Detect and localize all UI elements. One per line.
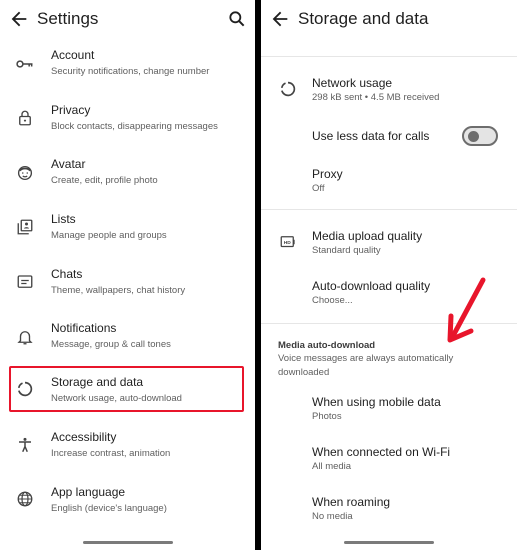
- mobile-data-subtitle: Photos: [312, 411, 342, 422]
- settings-item-label: Lists: [51, 212, 76, 226]
- less-data-label: Use less data for calls: [312, 129, 430, 143]
- divider: [261, 209, 517, 210]
- red-arrow-annotation: [447, 277, 486, 343]
- data-usage-icon: [277, 78, 299, 100]
- settings-item-label: Chats: [51, 267, 83, 281]
- settings-item-chats[interactable]: Chats Theme, wallpapers, chat history: [0, 263, 255, 315]
- settings-item-privacy[interactable]: Privacy Block contacts, disappearing mes…: [0, 99, 255, 151]
- svg-text:HD: HD: [284, 240, 292, 246]
- key-icon: [14, 53, 36, 75]
- highlight-box: [9, 366, 244, 412]
- settings-item-avatar[interactable]: Avatar Create, edit, profile photo: [0, 153, 255, 205]
- auto-download-quality-label: Auto-download quality: [312, 279, 431, 293]
- chat-icon: [14, 271, 36, 293]
- settings-item-subtitle: Manage people and groups: [51, 230, 167, 241]
- storage-and-data-screen: Storage and data Network usage 298 kB se…: [261, 0, 517, 550]
- settings-item-subtitle: Security notifications, change number: [51, 66, 210, 77]
- less-data-toggle[interactable]: [462, 126, 498, 146]
- settings-item-label: App language: [51, 485, 126, 499]
- media-auto-download-header: Media auto-download: [278, 340, 376, 351]
- settings-item-label: Notifications: [51, 321, 117, 335]
- media-upload-label: Media upload quality: [312, 229, 423, 243]
- network-usage-label: Network usage: [312, 76, 393, 90]
- roaming-item[interactable]: When roaming No media: [261, 492, 517, 530]
- roaming-label: When roaming: [312, 495, 391, 509]
- accessibility-icon: [14, 434, 36, 456]
- settings-item-app-language[interactable]: App language English (device's language): [0, 481, 255, 533]
- page-title: Settings: [37, 9, 99, 28]
- settings-app-bar: Settings: [0, 0, 255, 40]
- settings-item-lists[interactable]: Lists Manage people and groups: [0, 208, 255, 260]
- network-usage-item[interactable]: Network usage 298 kB sent • 4.5 MB recei…: [261, 72, 517, 110]
- auto-download-quality-subtitle: Choose...: [312, 295, 353, 306]
- mobile-data-label: When using mobile data: [312, 395, 441, 409]
- wifi-subtitle: All media: [312, 461, 352, 472]
- globe-icon: [14, 488, 36, 510]
- settings-item-label: Account: [51, 48, 95, 62]
- page-title: Storage and data: [298, 9, 429, 28]
- settings-item-label: Privacy: [51, 103, 91, 117]
- settings-item-subtitle: Block contacts, disappearing messages: [51, 121, 218, 132]
- settings-item-subtitle: Increase contrast, animation: [51, 448, 171, 459]
- settings-item-label: Avatar: [51, 157, 86, 171]
- proxy-subtitle: Off: [312, 183, 325, 194]
- network-usage-subtitle: 298 kB sent • 4.5 MB received: [312, 92, 440, 103]
- proxy-item[interactable]: Proxy Off: [261, 164, 517, 202]
- settings-item-notifications[interactable]: Notifications Message, group & call tone…: [0, 317, 255, 369]
- settings-item-subtitle: Theme, wallpapers, chat history: [51, 285, 186, 296]
- search-icon[interactable]: [227, 9, 247, 29]
- settings-item-label: Accessibility: [51, 430, 117, 444]
- settings-item-account[interactable]: Account Security notifications, change n…: [0, 44, 255, 96]
- settings-screen: Settings Account Security notifications,…: [0, 0, 255, 550]
- roaming-subtitle: No media: [312, 511, 353, 522]
- hd-icon: HD: [277, 231, 299, 253]
- mobile-data-item[interactable]: When using mobile data Photos: [261, 392, 517, 430]
- wifi-label: When connected on Wi-Fi: [312, 445, 451, 459]
- settings-item-subtitle: Create, edit, profile photo: [51, 175, 158, 186]
- gesture-nav-bar[interactable]: [344, 541, 434, 544]
- avatar-icon: [14, 162, 36, 184]
- lists-icon: [14, 216, 36, 238]
- divider: [261, 56, 517, 57]
- lock-icon: [14, 107, 36, 129]
- settings-item-subtitle: Message, group & call tones: [51, 339, 171, 350]
- bell-icon: [14, 326, 36, 348]
- back-arrow-icon[interactable]: [8, 8, 30, 30]
- settings-item-accessibility[interactable]: Accessibility Increase contrast, animati…: [0, 426, 255, 478]
- gesture-nav-bar[interactable]: [83, 541, 173, 544]
- proxy-label: Proxy: [312, 167, 343, 181]
- storage-app-bar: Storage and data: [261, 0, 517, 40]
- media-upload-quality-item[interactable]: HD Media upload quality Standard quality: [261, 226, 517, 264]
- toggle-knob: [468, 131, 479, 142]
- media-upload-subtitle: Standard quality: [312, 245, 381, 256]
- back-arrow-icon[interactable]: [269, 8, 291, 30]
- wifi-item[interactable]: When connected on Wi-Fi All media: [261, 442, 517, 480]
- settings-item-subtitle: English (device's language): [51, 503, 167, 514]
- media-auto-download-description: Voice messages are always automatically …: [278, 353, 454, 378]
